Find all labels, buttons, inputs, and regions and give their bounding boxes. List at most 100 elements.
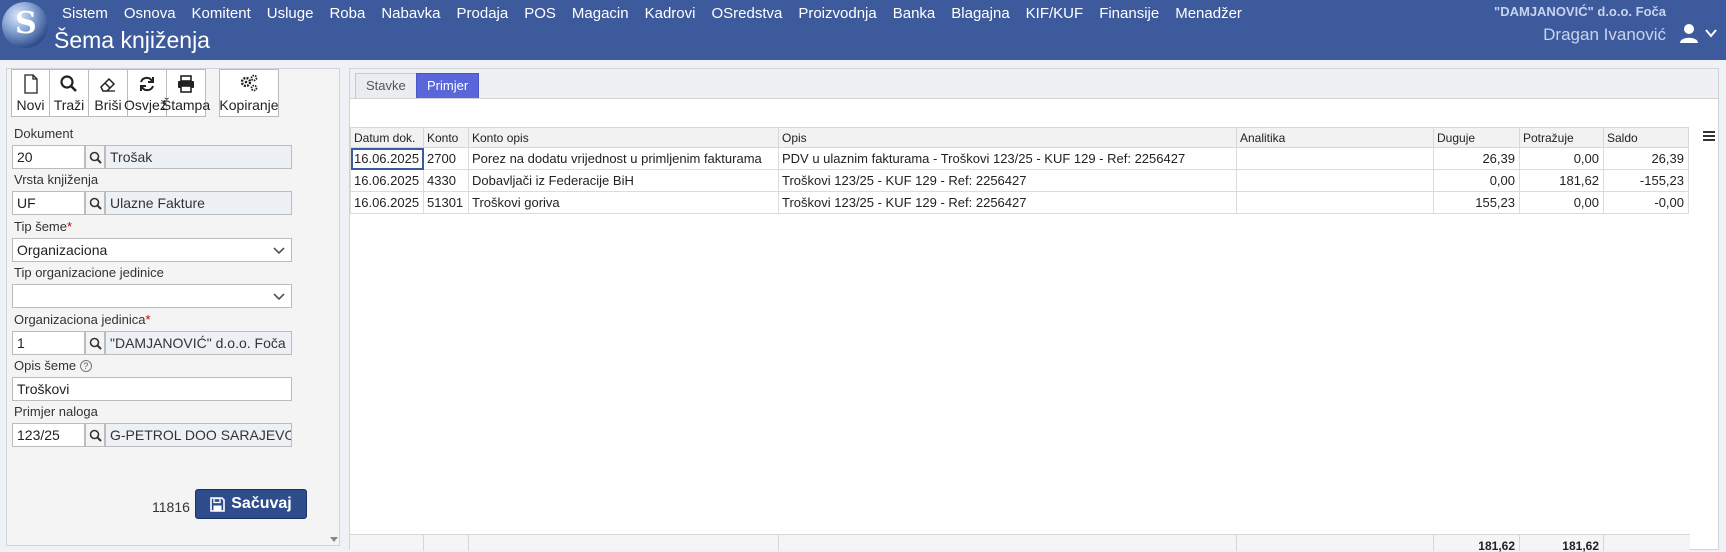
cell-saldo[interactable]: 26,39: [1603, 147, 1689, 170]
print-button[interactable]: Štampa: [162, 69, 210, 117]
chevron-down-icon[interactable]: [1704, 26, 1718, 40]
eraser-icon: [100, 77, 116, 92]
user-icon[interactable]: [1678, 22, 1700, 44]
cell-konto[interactable]: 4330: [423, 169, 469, 192]
save-button[interactable]: Sačuvaj: [195, 489, 307, 519]
primjer-naloga-code-input[interactable]: 123/25: [12, 423, 85, 447]
totals-divider: [778, 535, 779, 551]
cell-potrazuje[interactable]: 181,62: [1519, 169, 1604, 192]
col-header-analitika[interactable]: Analitika: [1236, 127, 1434, 148]
primjer-naloga-search-button[interactable]: [85, 423, 105, 447]
cell-saldo[interactable]: -0,00: [1603, 191, 1689, 214]
menu-item-osnova[interactable]: Osnova: [116, 3, 184, 24]
menu-item-osredstva[interactable]: OSredstva: [703, 3, 790, 24]
record-counter: 11816: [152, 499, 190, 515]
page-title: Šema knjiženja: [54, 27, 210, 53]
cell-konto-opis[interactable]: Troškovi goriva: [468, 191, 779, 214]
chevron-down-icon: [273, 247, 285, 255]
tip-org-jedinice-select[interactable]: [12, 284, 292, 308]
menu-item-pos[interactable]: POS: [516, 3, 564, 24]
table-row[interactable]: 16.06.2025 4330 Dobavljači iz Federacije…: [350, 169, 1689, 192]
cell-datum[interactable]: 16.06.2025: [350, 169, 424, 192]
col-header-potrazuje[interactable]: Potražuje: [1519, 127, 1604, 148]
col-header-duguje[interactable]: Duguje: [1433, 127, 1520, 148]
delete-button[interactable]: Briši: [89, 69, 128, 117]
menu-item-finansije[interactable]: Finansije: [1091, 3, 1167, 24]
cell-duguje[interactable]: 26,39: [1433, 147, 1520, 170]
totals-divider: [1236, 535, 1237, 551]
menu-item-roba[interactable]: Roba: [321, 3, 373, 24]
total-potrazuje: 181,62: [1562, 539, 1599, 552]
opis-seme-input[interactable]: Troškovi: [12, 377, 292, 401]
vrsta-knjizenja-label: Vrsta knjiženja: [14, 172, 99, 187]
menu-item-banka[interactable]: Banka: [885, 3, 944, 24]
toolbar: Novi Traži Briši Osvježi Štampa Kopiranj…: [11, 69, 279, 117]
cell-konto-opis[interactable]: Dobavljači iz Federacije BiH: [468, 169, 779, 192]
menu-item-nabavka[interactable]: Nabavka: [373, 3, 448, 24]
dokument-code-input[interactable]: 20: [12, 145, 85, 169]
cell-duguje[interactable]: 0,00: [1433, 169, 1520, 192]
copy-button[interactable]: Kopiranje: [219, 69, 279, 117]
cell-analitika[interactable]: [1236, 169, 1434, 192]
tab-bar: Stavke Primjer: [350, 69, 1718, 99]
org-jedinica-code-input[interactable]: 1: [12, 331, 85, 355]
tip-seme-label: Tip šeme*: [14, 219, 73, 234]
vrsta-knjizenja-code-input[interactable]: UF: [12, 191, 85, 215]
org-jedinica-name-field: "DAMJANOVIĆ" d.o.o. Foča: [105, 331, 292, 355]
col-header-saldo[interactable]: Saldo: [1603, 127, 1689, 148]
menu-item-komitent[interactable]: Komitent: [184, 3, 259, 24]
content-panel: Stavke Primjer Datum dok. Konto Konto op…: [349, 68, 1719, 552]
cell-saldo[interactable]: -155,23: [1603, 169, 1689, 192]
col-header-opis[interactable]: Opis: [778, 127, 1237, 148]
tip-org-jedinice-label: Tip organizacione jedinice: [14, 265, 164, 280]
user-name[interactable]: Dragan Ivanović: [1543, 25, 1666, 45]
cell-konto[interactable]: 2700: [423, 147, 469, 170]
menu-item-proizvodnja[interactable]: Proizvodnja: [790, 3, 884, 24]
form-panel: Novi Traži Briši Osvježi Štampa Kopiranj…: [6, 68, 340, 546]
menu-item-usluge[interactable]: Usluge: [259, 3, 322, 24]
help-icon[interactable]: ?: [79, 360, 92, 372]
table-row[interactable]: 16.06.2025 51301 Troškovi goriva Troškov…: [350, 191, 1689, 214]
new-button[interactable]: Novi: [11, 69, 50, 117]
totals-row: 181,62 181,62: [350, 534, 1690, 552]
menu-item-menadzer[interactable]: Menadžer: [1167, 3, 1250, 24]
cell-konto[interactable]: 51301: [423, 191, 469, 214]
tip-seme-select[interactable]: Organizaciona: [12, 238, 292, 262]
cell-potrazuje[interactable]: 0,00: [1519, 147, 1604, 170]
scroll-down-arrow-icon[interactable]: [329, 534, 339, 544]
vrsta-knjizenja-name-field: Ulazne Fakture: [105, 191, 292, 215]
totals-divider: [468, 535, 469, 551]
col-header-datum[interactable]: Datum dok.: [350, 127, 424, 148]
vrsta-knjizenja-search-button[interactable]: [85, 191, 105, 215]
tab-primjer[interactable]: Primjer: [416, 73, 480, 98]
cell-duguje[interactable]: 155,23: [1433, 191, 1520, 214]
cell-datum[interactable]: 16.06.2025: [350, 191, 424, 214]
col-header-konto[interactable]: Konto: [423, 127, 469, 148]
required-mark: *: [145, 312, 151, 327]
column-menu-icon[interactable]: [1702, 129, 1716, 143]
menu-item-blagajna[interactable]: Blagajna: [943, 3, 1017, 24]
cell-analitika[interactable]: [1236, 191, 1434, 214]
cell-konto-opis[interactable]: Porez na dodatu vrijednost u primljenim …: [468, 147, 779, 170]
cell-analitika[interactable]: [1236, 147, 1434, 170]
floppy-disk-icon: [210, 496, 226, 512]
dokument-search-button[interactable]: [85, 145, 105, 169]
menu-item-sistem[interactable]: Sistem: [54, 3, 116, 24]
document-icon: [23, 74, 38, 94]
menu-item-magacin[interactable]: Magacin: [564, 3, 637, 24]
cell-opis[interactable]: Troškovi 123/25 - KUF 129 - Ref: 2256427: [778, 169, 1237, 192]
cell-datum[interactable]: 16.06.2025: [350, 147, 424, 170]
cell-opis[interactable]: Troškovi 123/25 - KUF 129 - Ref: 2256427: [778, 191, 1237, 214]
journal-table: Datum dok. Konto Konto opis Opis Analiti…: [350, 127, 1689, 214]
org-jedinica-search-button[interactable]: [85, 331, 105, 355]
menu-item-kadrovi[interactable]: Kadrovi: [637, 3, 704, 24]
cell-potrazuje[interactable]: 0,00: [1519, 191, 1604, 214]
search-button[interactable]: Traži: [50, 69, 89, 117]
tab-stavke[interactable]: Stavke: [355, 73, 417, 98]
search-icon: [89, 151, 102, 164]
col-header-konto-opis[interactable]: Konto opis: [468, 127, 779, 148]
cell-opis[interactable]: PDV u ulaznim fakturama - Troškovi 123/2…: [778, 147, 1237, 170]
table-row[interactable]: 16.06.2025 2700 Porez na dodatu vrijedno…: [350, 147, 1689, 170]
menu-item-kif-kuf[interactable]: KIF/KUF: [1018, 3, 1092, 24]
menu-item-prodaja[interactable]: Prodaja: [449, 3, 517, 24]
